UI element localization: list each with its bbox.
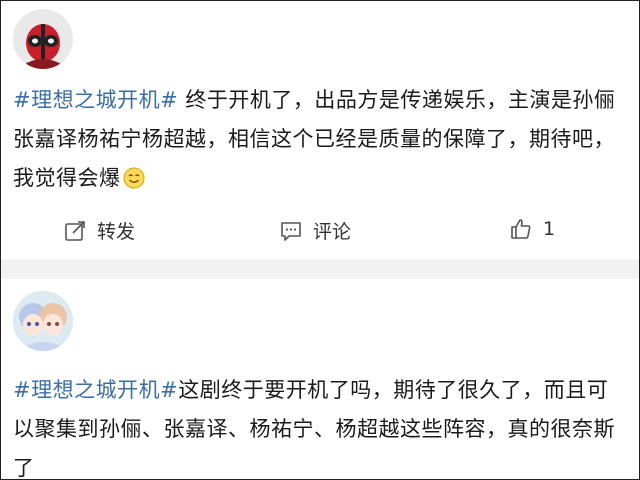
avatar[interactable]: [13, 9, 73, 69]
repost-button[interactable]: 转发: [63, 217, 135, 244]
post-card: #理想之城开机#这剧终于要开机了吗，期待了很久了，而且可以聚集到孙俪、张嘉译、杨…: [1, 279, 639, 479]
action-bar: 转发 评论 1: [1, 205, 639, 255]
anime-girls-avatar-icon: [13, 291, 73, 351]
like-button[interactable]: 1: [509, 217, 555, 241]
avatar[interactable]: [13, 291, 73, 351]
hashtag-link[interactable]: #理想之城开机#: [13, 88, 178, 112]
comment-button[interactable]: 评论: [279, 217, 351, 244]
post-card: #理想之城开机# 终于开机了，出品方是传递娱乐，主演是孙俪张嘉译杨祐宁杨超越，相…: [1, 1, 639, 259]
post-divider: [1, 259, 639, 279]
comment-icon: [281, 221, 301, 241]
feed-screenshot: #理想之城开机# 终于开机了，出品方是传递娱乐，主演是孙俪张嘉译杨祐宁杨超越，相…: [0, 0, 640, 480]
post-text: #理想之城开机# 终于开机了，出品方是传递娱乐，主演是孙俪张嘉译杨祐宁杨超越，相…: [13, 81, 621, 198]
like-count: 1: [543, 218, 556, 240]
deadpool-avatar-icon: [13, 9, 73, 69]
thumbs-up-icon: [511, 219, 531, 239]
hashtag-link[interactable]: #理想之城开机#: [13, 378, 178, 402]
repost-label: 转发: [97, 221, 136, 243]
post-text: #理想之城开机#这剧终于要开机了吗，期待了很久了，而且可以聚集到孙俪、张嘉译、杨…: [13, 371, 621, 479]
comment-label: 评论: [313, 221, 352, 243]
repost-icon: [65, 220, 85, 241]
smile-emoji-icon: [123, 167, 144, 189]
